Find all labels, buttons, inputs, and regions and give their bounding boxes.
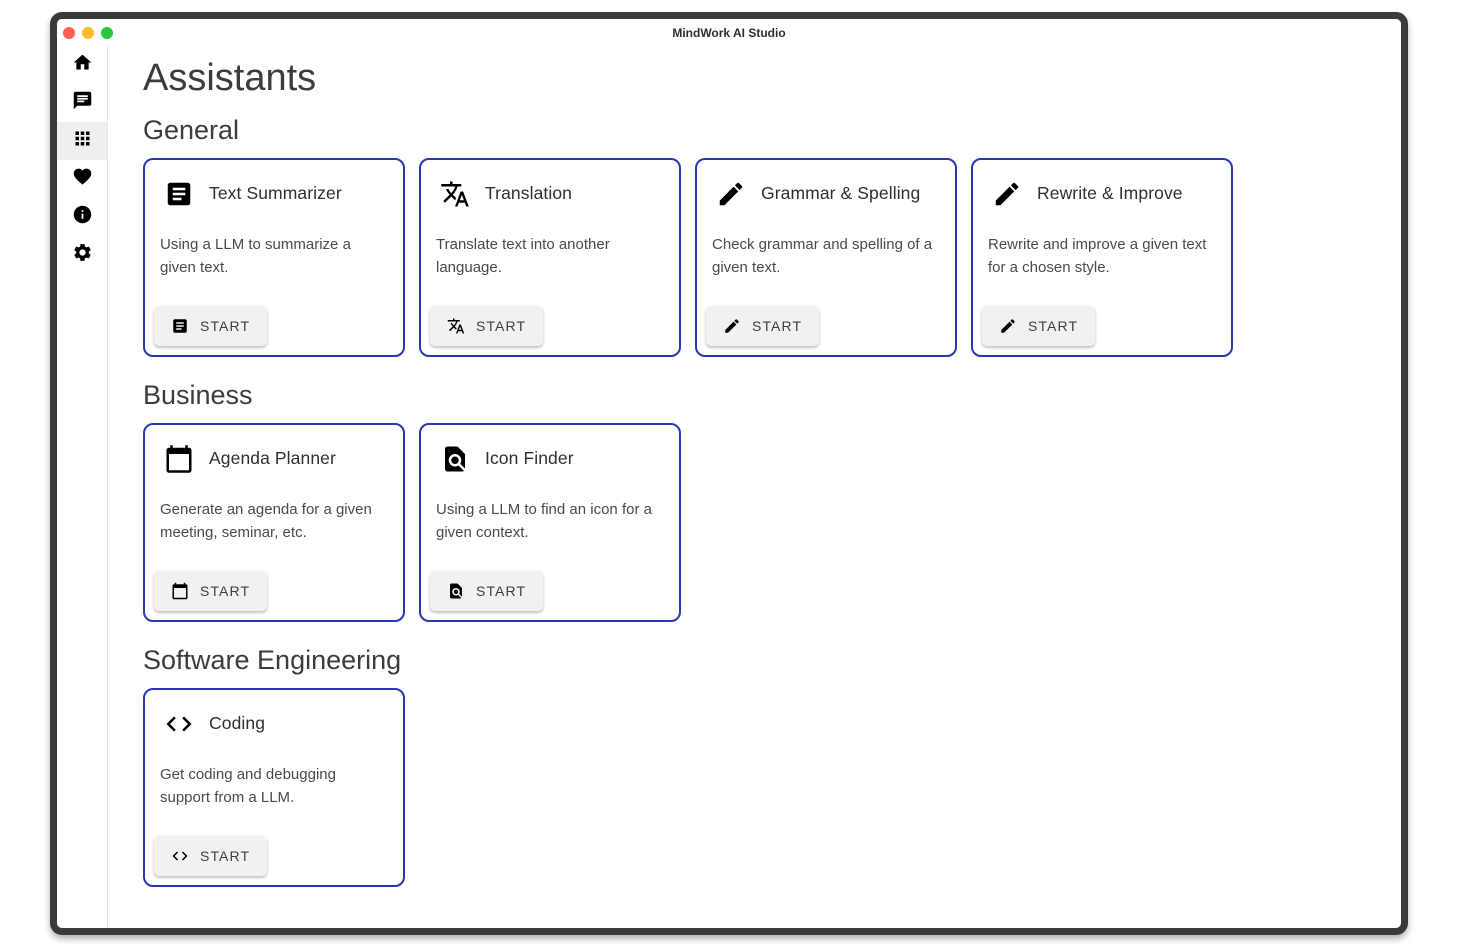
app-window: MindWork AI Studio Assistants bbox=[50, 12, 1408, 935]
assistant-card-icon-finder: Icon Finder Using a LLM to find an icon … bbox=[419, 423, 681, 622]
sidebar-item-home[interactable] bbox=[57, 46, 107, 84]
card-description: Rewrite and improve a given text for a c… bbox=[988, 233, 1217, 279]
card-description: Using a LLM to summarize a given text. bbox=[160, 233, 389, 279]
start-button-icon-finder[interactable]: START bbox=[430, 571, 543, 611]
start-button-label: START bbox=[752, 318, 802, 334]
start-button-rewrite-improve[interactable]: START bbox=[982, 306, 1095, 346]
sidebar-item-about[interactable] bbox=[57, 198, 107, 236]
document-icon bbox=[171, 317, 189, 335]
card-title: Coding bbox=[209, 713, 265, 734]
card-header: Rewrite & Improve bbox=[992, 179, 1215, 209]
find-in-page-icon bbox=[447, 582, 465, 600]
card-description: Translate text into another language. bbox=[436, 233, 665, 279]
translate-icon bbox=[440, 179, 470, 209]
start-button-label: START bbox=[1028, 318, 1078, 334]
card-title: Rewrite & Improve bbox=[1037, 183, 1183, 204]
apps-grid-icon bbox=[72, 128, 93, 154]
chat-icon bbox=[72, 90, 93, 116]
code-icon bbox=[164, 709, 194, 739]
assistant-card-coding: Coding Get coding and debugging support … bbox=[143, 688, 405, 887]
section-heading-general: General bbox=[143, 115, 1381, 146]
card-header: Grammar & Spelling bbox=[716, 179, 939, 209]
home-icon bbox=[72, 52, 93, 78]
info-icon bbox=[72, 204, 93, 230]
start-button-label: START bbox=[476, 583, 526, 599]
sidebar-item-settings[interactable] bbox=[57, 236, 107, 274]
main-content: Assistants General Text Summarizer Using… bbox=[108, 46, 1401, 928]
gear-icon bbox=[72, 242, 93, 268]
card-description: Check grammar and spelling of a given te… bbox=[712, 233, 941, 279]
page-title: Assistants bbox=[143, 56, 1381, 102]
card-header: Agenda Planner bbox=[164, 444, 387, 474]
calendar-icon bbox=[164, 444, 194, 474]
start-button-label: START bbox=[476, 318, 526, 334]
assistant-card-grammar-spelling: Grammar & Spelling Check grammar and spe… bbox=[695, 158, 957, 357]
card-header: Text Summarizer bbox=[164, 179, 387, 209]
assistant-card-agenda-planner: Agenda Planner Generate an agenda for a … bbox=[143, 423, 405, 622]
card-title: Agenda Planner bbox=[209, 448, 336, 469]
translate-icon bbox=[447, 317, 465, 335]
section-heading-software-engineering: Software Engineering bbox=[143, 645, 1381, 676]
assistant-card-text-summarizer: Text Summarizer Using a LLM to summarize… bbox=[143, 158, 405, 357]
pencil-icon bbox=[723, 317, 741, 335]
card-row-business: Agenda Planner Generate an agenda for a … bbox=[143, 423, 1381, 622]
calendar-icon bbox=[171, 582, 189, 600]
document-icon bbox=[164, 179, 194, 209]
heart-icon bbox=[72, 166, 93, 192]
sidebar-item-favorites[interactable] bbox=[57, 160, 107, 198]
card-title: Icon Finder bbox=[485, 448, 574, 469]
start-button-label: START bbox=[200, 848, 250, 864]
card-description: Get coding and debugging support from a … bbox=[160, 763, 389, 809]
assistant-card-rewrite-improve: Rewrite & Improve Rewrite and improve a … bbox=[971, 158, 1233, 357]
start-button-text-summarizer[interactable]: START bbox=[154, 306, 267, 346]
pencil-icon bbox=[716, 179, 746, 209]
find-in-page-icon bbox=[440, 444, 470, 474]
start-button-grammar-spelling[interactable]: START bbox=[706, 306, 819, 346]
sidebar bbox=[57, 46, 108, 928]
card-description: Using a LLM to find an icon for a given … bbox=[436, 498, 665, 544]
card-header: Icon Finder bbox=[440, 444, 663, 474]
section-heading-business: Business bbox=[143, 380, 1381, 411]
sidebar-item-assistants[interactable] bbox=[57, 122, 107, 160]
sidebar-item-chat[interactable] bbox=[57, 84, 107, 122]
card-title: Translation bbox=[485, 183, 572, 204]
title-bar: MindWork AI Studio bbox=[57, 19, 1401, 46]
code-icon bbox=[171, 847, 189, 865]
card-header: Translation bbox=[440, 179, 663, 209]
card-row-general: Text Summarizer Using a LLM to summarize… bbox=[143, 158, 1381, 357]
card-description: Generate an agenda for a given meeting, … bbox=[160, 498, 389, 544]
pencil-icon bbox=[992, 179, 1022, 209]
assistant-card-translation: Translation Translate text into another … bbox=[419, 158, 681, 357]
card-row-software-engineering: Coding Get coding and debugging support … bbox=[143, 688, 1381, 887]
start-button-agenda-planner[interactable]: START bbox=[154, 571, 267, 611]
card-title: Grammar & Spelling bbox=[761, 183, 920, 204]
start-button-label: START bbox=[200, 583, 250, 599]
start-button-label: START bbox=[200, 318, 250, 334]
start-button-translation[interactable]: START bbox=[430, 306, 543, 346]
pencil-icon bbox=[999, 317, 1017, 335]
window-title: MindWork AI Studio bbox=[57, 26, 1401, 40]
card-header: Coding bbox=[164, 709, 387, 739]
card-title: Text Summarizer bbox=[209, 183, 342, 204]
start-button-coding[interactable]: START bbox=[154, 836, 267, 876]
